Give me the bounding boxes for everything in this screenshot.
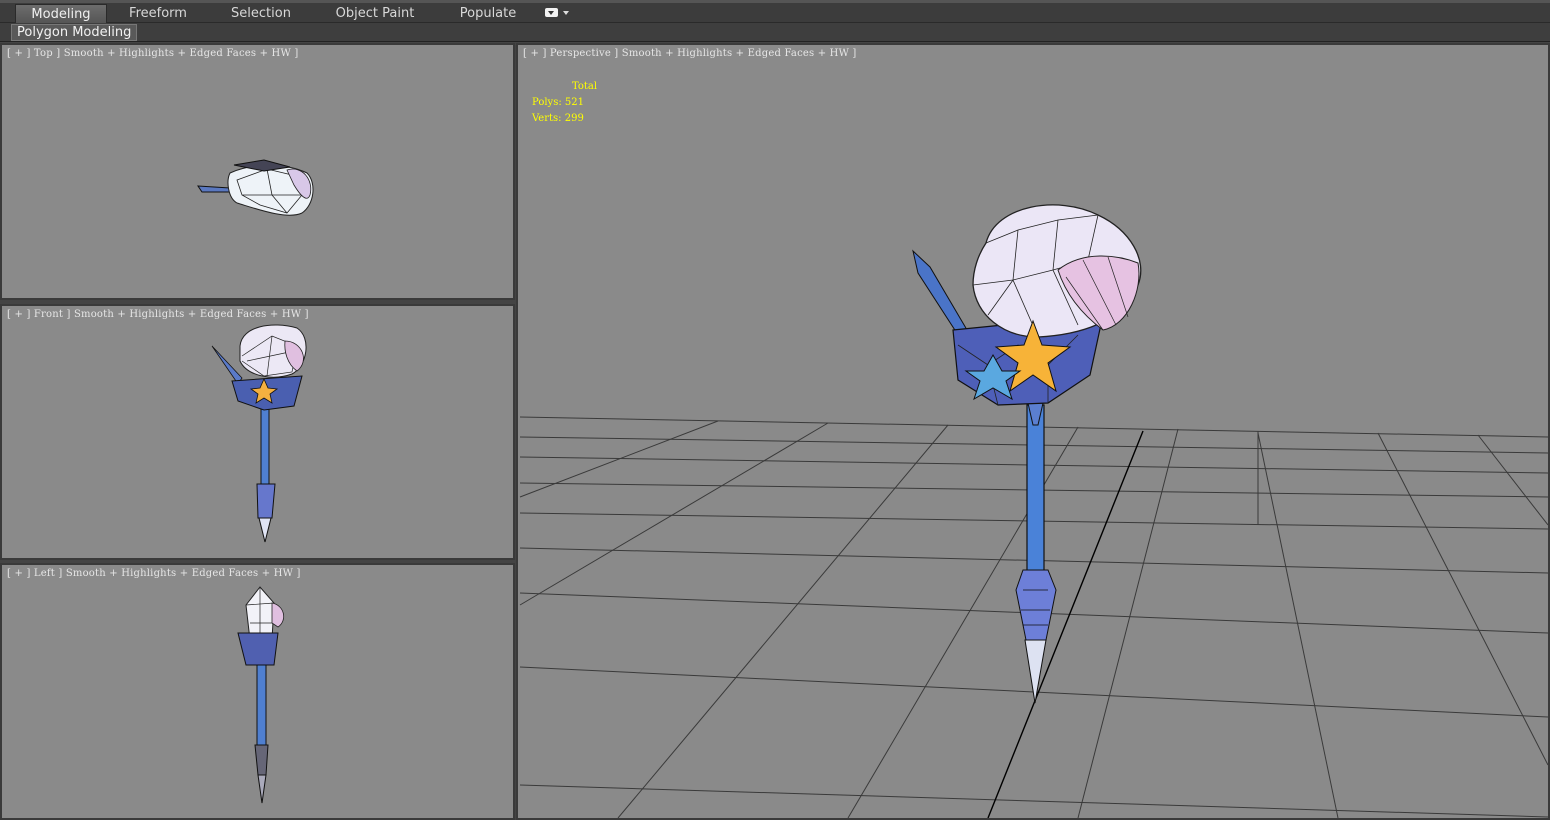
viewport-front[interactable]: [ + ] Front ] Smooth + Highlights + Edge…	[0, 304, 515, 560]
ribbon-toggle-box	[545, 8, 558, 17]
staff-shaft	[1026, 404, 1045, 576]
front-view-model	[211, 324, 307, 543]
top-view-model	[197, 159, 314, 216]
ribbon-top-strip	[0, 0, 1550, 3]
left-view-model	[237, 586, 285, 804]
ribbon-minimize-icon[interactable]	[543, 6, 569, 20]
tab-selection[interactable]: Selection	[215, 4, 307, 23]
polygon-modeling-panel[interactable]: Polygon Modeling	[11, 24, 138, 41]
ribbon-tab-bar: Modeling Freeform Selection Object Paint…	[0, 0, 1550, 23]
perspective-scene	[519, 204, 1548, 818]
tab-freeform[interactable]: Freeform	[112, 4, 204, 23]
staff-tip	[1024, 639, 1047, 704]
tab-modeling[interactable]: Modeling	[15, 4, 107, 23]
ribbon-panel-bar: Polygon Modeling	[0, 23, 1550, 42]
tab-populate[interactable]: Populate	[443, 4, 533, 23]
viewport-left[interactable]: [ + ] Left ] Smooth + Highlights + Edged…	[0, 563, 515, 820]
tab-object-paint[interactable]: Object Paint	[325, 4, 425, 23]
staff-wing	[912, 249, 971, 342]
viewport-perspective[interactable]: [ + ] Perspective ] Smooth + Highlights …	[516, 43, 1550, 820]
viewport-top[interactable]: [ + ] Top ] Smooth + Highlights + Edged …	[0, 43, 515, 300]
staff-grip	[1015, 569, 1057, 641]
chevron-down-icon	[563, 11, 569, 15]
